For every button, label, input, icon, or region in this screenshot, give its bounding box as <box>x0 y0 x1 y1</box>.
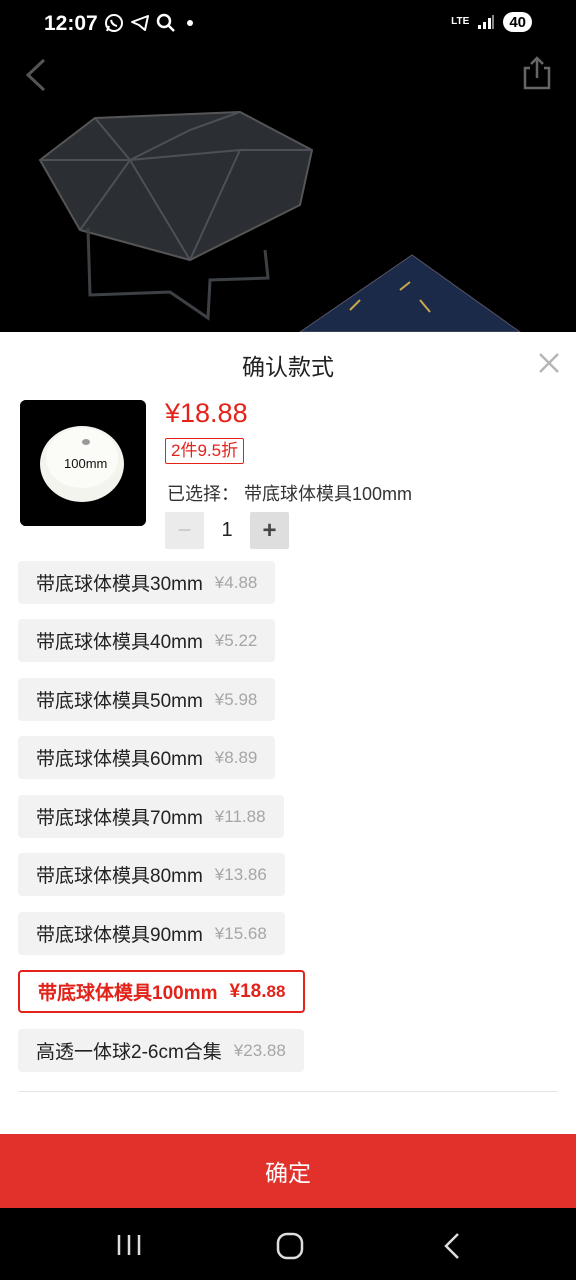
increase-quantity-button[interactable]: + <box>250 512 289 549</box>
recents-icon[interactable] <box>116 1233 142 1257</box>
variant-option-70mm[interactable]: 带底球体模具70mm ¥11.88 <box>18 795 284 838</box>
variant-name: 带底球体模具50mm <box>36 691 203 712</box>
variant-price-main: ¥13. <box>214 864 248 884</box>
whatsapp-icon <box>105 14 123 32</box>
product-thumbnail[interactable]: 100mm <box>20 400 146 526</box>
dot-icon <box>187 20 193 26</box>
variant-option-30mm[interactable]: 带底球体模具30mm ¥4.88 <box>18 561 276 604</box>
selected-price: ¥18.88 <box>165 398 248 428</box>
variant-price-main: ¥5. <box>214 689 239 709</box>
variant-price: ¥11.88 <box>215 807 266 827</box>
variant-price-main: ¥4. <box>214 572 239 592</box>
variant-option-collection[interactable]: 高透一体球2-6cm合集 ¥23.88 <box>18 1029 304 1072</box>
variant-price-decimal: 89 <box>238 747 258 767</box>
notification-icons <box>104 13 198 33</box>
variant-price-main: ¥5. <box>214 630 239 650</box>
variant-price-decimal: 86 <box>247 864 267 884</box>
variant-price-decimal: 68 <box>247 923 267 943</box>
variant-price: ¥5.22 <box>215 631 258 651</box>
variant-price: ¥15.68 <box>215 924 267 944</box>
variant-name: 带底球体模具90mm <box>36 925 203 946</box>
thumbnail-size-label: 100mm <box>64 456 108 471</box>
search-icon <box>156 13 175 32</box>
variant-price: ¥18.88 <box>230 981 286 1003</box>
variant-name: 带底球体模具30mm <box>36 574 203 595</box>
battery-indicator: 40 <box>503 12 532 32</box>
system-icons: LTE 40 <box>451 12 532 32</box>
variant-price-main: ¥23. <box>233 1040 267 1060</box>
lte-indicator: LTE <box>451 16 470 27</box>
variant-price: ¥5.98 <box>215 690 258 710</box>
share-icon[interactable] <box>522 56 552 90</box>
system-nav-bar <box>0 1208 576 1280</box>
diamond-mold-image <box>0 50 576 332</box>
quantity-stepper: − 1 + <box>165 512 289 549</box>
variant-price-decimal: 22 <box>238 630 258 650</box>
divider <box>18 1091 558 1092</box>
close-icon[interactable] <box>538 352 560 374</box>
variant-option-60mm[interactable]: 带底球体模具60mm ¥8.89 <box>18 736 276 779</box>
variant-name: 带底球体模具60mm <box>36 749 203 770</box>
signal-icon <box>478 15 495 29</box>
quantity-value[interactable]: 1 <box>204 519 250 542</box>
variant-price: ¥13.86 <box>215 865 267 885</box>
variant-option-100mm-selected[interactable]: 带底球体模具100mm ¥18.88 <box>18 970 306 1013</box>
variant-option-50mm[interactable]: 带底球体模具50mm ¥5.98 <box>18 678 276 721</box>
variant-name: 高透一体球2-6cm合集 <box>36 1042 222 1063</box>
telegram-icon <box>131 15 149 31</box>
sku-selection-sheet: 确认款式 100mm ¥18.88 2件9.5折 已选择： 带底球体模具100m… <box>0 332 576 1208</box>
confirm-button[interactable]: 确定 <box>0 1134 576 1208</box>
home-icon[interactable] <box>276 1232 304 1260</box>
sheet-title: 确认款式 <box>242 354 334 380</box>
variant-price-main: ¥18. <box>229 980 267 1002</box>
back-icon[interactable] <box>442 1232 462 1260</box>
status-time: 12:07 <box>44 12 98 35</box>
variant-name: 带底球体模具100mm <box>38 983 218 1004</box>
variant-option-90mm[interactable]: 带底球体模具90mm ¥15.68 <box>18 912 285 955</box>
variant-price: ¥8.89 <box>215 748 258 768</box>
variant-price-main: ¥11. <box>214 806 247 826</box>
variant-price-decimal: 88 <box>246 806 266 826</box>
discount-badge: 2件9.5折 <box>165 438 245 464</box>
variant-name: 带底球体模具70mm <box>36 808 203 829</box>
variant-option-80mm[interactable]: 带底球体模具80mm ¥13.86 <box>18 853 285 896</box>
variant-price: ¥23.88 <box>234 1041 286 1061</box>
variant-name: 带底球体模具40mm <box>36 632 203 653</box>
battery-level: 40 <box>509 13 526 31</box>
product-hero-image <box>0 50 576 332</box>
back-chevron-icon[interactable] <box>24 58 48 92</box>
variant-price-decimal: 98 <box>238 689 258 709</box>
decrease-quantity-button[interactable]: − <box>165 512 204 549</box>
variant-name: 带底球体模具80mm <box>36 866 203 887</box>
variant-price-main: ¥8. <box>214 747 239 767</box>
status-bar: 12:07 LTE 40 <box>0 0 576 50</box>
variant-price-decimal: 88 <box>238 572 258 592</box>
variant-price: ¥4.88 <box>215 573 258 593</box>
variant-option-40mm[interactable]: 带底球体模具40mm ¥5.22 <box>18 619 276 662</box>
variant-price-main: ¥15. <box>214 923 248 943</box>
variant-price-decimal: 88 <box>266 1040 286 1060</box>
variant-price-decimal: 88 <box>266 981 286 1001</box>
selected-variant-text: 已选择： 带底球体模具100mm <box>167 484 413 504</box>
